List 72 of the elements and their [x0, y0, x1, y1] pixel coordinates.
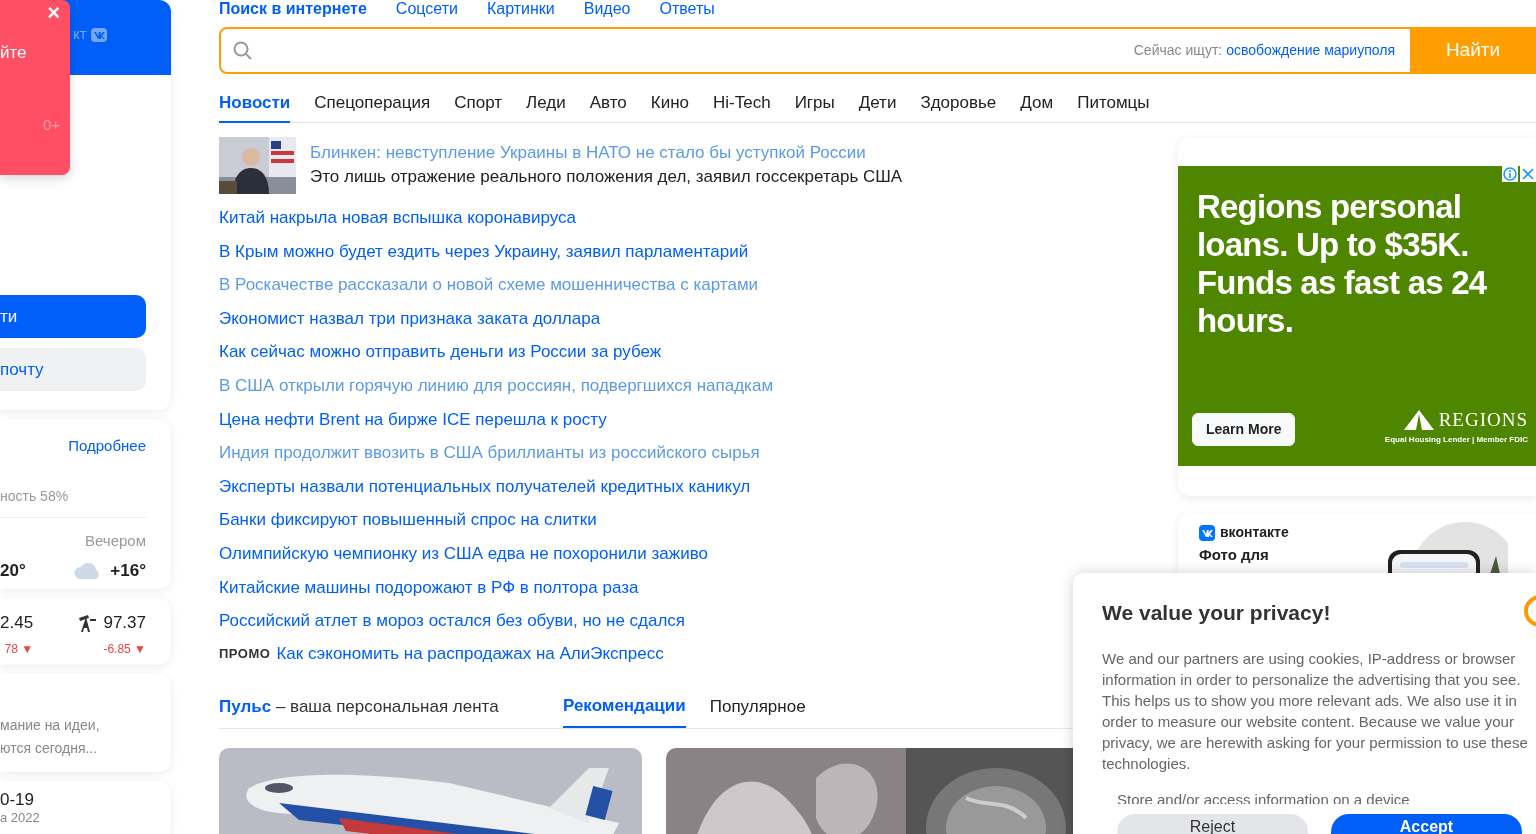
search-field[interactable]: Сейчас ищут: освобождение мариуполя Найти: [219, 27, 1536, 74]
temperature-text: +16°: [110, 560, 146, 582]
horoscope-text: мание на идеи,: [0, 716, 101, 735]
rate-value: 2.45: [0, 612, 34, 634]
info-icon: [1502, 166, 1518, 182]
news-subtitle: Это лишь отражение реального положения дел, заявил госсекретарь США: [310, 166, 903, 188]
news-link[interactable]: В Роскачестве рассказали о новой схеме мошенничества с картами: [219, 268, 1160, 302]
covid-title: 0-19: [0, 790, 36, 810]
category-tab[interactable]: Новости: [219, 88, 291, 123]
feed-tab[interactable]: Рекомендации: [563, 686, 686, 729]
details-link[interactable]: Подробнее: [68, 435, 146, 458]
category-tab[interactable]: Спецоперация: [314, 88, 431, 123]
vk-logo-icon: [1199, 524, 1215, 541]
search-tab[interactable]: Видео: [583, 0, 631, 18]
popup-text: йте: [0, 42, 27, 64]
rate-value: 97.37: [103, 612, 146, 634]
category-tab[interactable]: Hi-Tech: [713, 88, 771, 123]
sidebar-button[interactable]: ти: [0, 295, 146, 338]
category-tab[interactable]: Здоровье: [920, 88, 997, 123]
search-tab[interactable]: Поиск в интернете: [219, 0, 367, 18]
covid-date: а 2022: [0, 810, 41, 826]
pulse-tagline: – ваша персональная лента: [274, 697, 499, 717]
sidebar-button[interactable]: почту: [0, 348, 146, 391]
oil-pump-icon: [77, 613, 98, 632]
brand-name: REGIONS: [1438, 407, 1528, 432]
brand-name: вконтакте: [1220, 523, 1289, 542]
ad-headline: Regions personal loans. Up to $35K. Funds as fast as 24 hours.: [1197, 188, 1488, 340]
trending-label: Сейчас ищут:: [1133, 42, 1224, 58]
trending-link[interactable]: освобождение мариуполя: [1226, 42, 1395, 58]
temperature-text: 20°: [0, 560, 26, 582]
news-link[interactable]: В Крым можно будет ездить через Украину, заявил парламентарий: [219, 234, 1160, 269]
news-link[interactable]: Китай накрыла новая вспышка коронавируса: [219, 201, 1160, 235]
close-button[interactable]: ×: [47, 2, 60, 24]
category-tab[interactable]: Игры: [794, 88, 835, 123]
horoscope-text: ются сегодня...: [0, 739, 99, 758]
category-tab[interactable]: Леди: [526, 88, 566, 123]
disclaimer-text: Equal Housing Lender | Member FDIC: [1384, 434, 1528, 446]
promo-link[interactable]: Как сэкономить на распродажах на АлиЭкспресс: [276, 641, 664, 667]
news-link[interactable]: Экономист назвал три признака заката доллара: [219, 301, 1160, 336]
evening-label: Вечером: [85, 530, 146, 551]
news-link[interactable]: В США открыли горячую линию для россиян, подвергшихся нападкам: [219, 368, 1160, 403]
search-tab[interactable]: Соцсети: [395, 0, 458, 18]
category-tab[interactable]: Спорт: [454, 88, 503, 123]
news-link[interactable]: Банки фиксируют повышенный спрос на слитки: [219, 503, 1160, 537]
category-tab[interactable]: Дом: [1020, 88, 1054, 123]
pulse-link[interactable]: Пульс: [219, 697, 272, 717]
triangle-logo-icon: [1403, 409, 1434, 430]
category-tab[interactable]: Питомцы: [1077, 88, 1150, 123]
vk-card-title: Фото для: [1199, 546, 1270, 564]
news-link[interactable]: Индия продолжит ввозить в США бриллианты из российского сырья: [219, 436, 1160, 470]
age-label: 0+: [42, 115, 60, 135]
category-tab[interactable]: Кино: [650, 88, 689, 123]
search-icon: [233, 40, 253, 61]
news-link[interactable]: Блинкен: невступление Украины в НАТО не стало бы уступкой России: [310, 141, 903, 165]
news-link[interactable]: Цена нефти Brent на бирже ICE перешла к росту: [219, 402, 1160, 437]
dialog-title: We value your privacy!: [1102, 600, 1332, 626]
learn-more-button[interactable]: Learn More: [1192, 413, 1296, 446]
news-link[interactable]: Олимпийскую чемпионку из США едва не похоронили заживо: [219, 536, 1160, 571]
search-tab[interactable]: Картинки: [486, 0, 555, 18]
header-text: кт: [73, 24, 87, 45]
vk-logo-icon: [90, 27, 107, 42]
rate-change: 78 ▼: [4, 640, 34, 658]
news-link[interactable]: Как сейчас можно отправить деньги из России за рубеж: [219, 335, 1160, 369]
rate-change: -6.85 ▼: [103, 640, 146, 658]
promo-label: ПРОМО: [219, 645, 271, 664]
dialog-text: We and our partners are using cookies, IP-address or browser information in order to personalize the advertising that you see. This helps us to show you more relevant ads. We also use it in order to measure our website content. Because we value your privacy, we are herewith asking for your permission to use these technologies.: [1102, 648, 1529, 774]
news-link[interactable]: Эксперты назвали потенциальных получателей кредитных каникул: [219, 469, 1160, 504]
humidity-text: ность 58%: [0, 485, 146, 518]
search-tab[interactable]: Ответы: [659, 0, 715, 18]
category-tab[interactable]: Дети: [858, 88, 897, 123]
category-tab[interactable]: Авто: [589, 88, 627, 123]
feed-tab[interactable]: Популярное: [709, 686, 806, 729]
